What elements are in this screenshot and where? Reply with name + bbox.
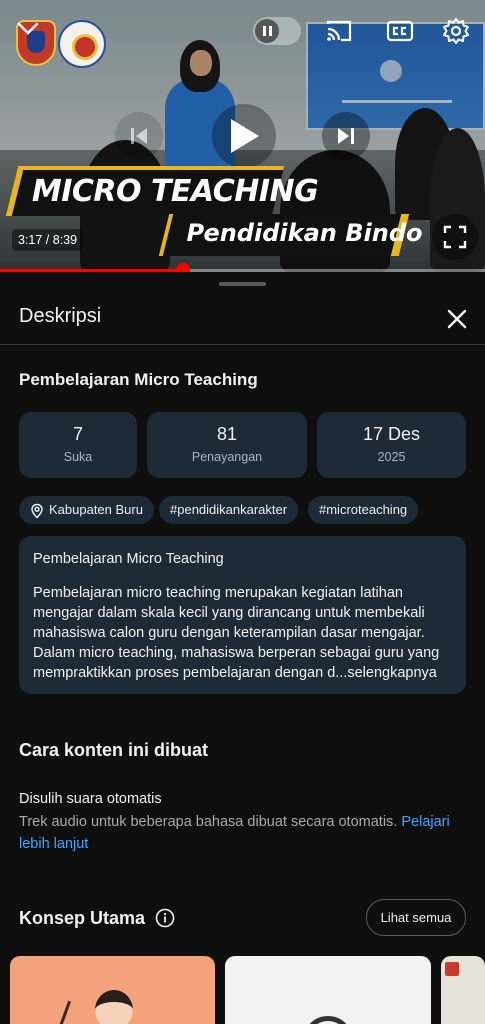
- close-button[interactable]: [442, 304, 472, 334]
- key-concepts-section-title: Konsep Utama: [19, 908, 146, 928]
- card-illustration-circle: [303, 1016, 353, 1024]
- stat-date-year: 2025: [377, 450, 406, 464]
- chevron-down-icon[interactable]: [16, 18, 40, 38]
- play-button[interactable]: [212, 104, 276, 168]
- location-chip-label: Kabupaten Buru: [49, 502, 143, 517]
- auto-dubbed-text: Trek audio untuk beberapa bahasa dibuat …: [19, 814, 398, 830]
- concept-card[interactable]: [225, 956, 431, 1024]
- cc-icon[interactable]: [385, 16, 415, 46]
- stat-views-label: Penayangan: [191, 450, 263, 464]
- stat-date-day: 17 Des: [362, 424, 421, 444]
- hashtag-chip[interactable]: #pendidikankarakter: [159, 496, 299, 524]
- close-icon: [447, 309, 467, 329]
- see-all-button[interactable]: Lihat semua: [366, 899, 466, 936]
- cast-icon[interactable]: [324, 16, 354, 46]
- video-overlay-title-line2: Pendidikan Bindo: [186, 219, 423, 247]
- card-logo: [445, 962, 459, 976]
- previous-button[interactable]: [115, 112, 163, 160]
- panel-title: Deskripsi: [19, 305, 102, 327]
- fullscreen-icon: [443, 225, 467, 249]
- panel-header: Deskripsi: [0, 292, 485, 345]
- video-overlay-subtitle-banner: Pendidikan Bindo: [158, 214, 422, 256]
- concept-card[interactable]: [10, 956, 215, 1024]
- stat-views: 81 Penayangan: [147, 412, 307, 478]
- show-more-link[interactable]: selengkapnya: [347, 665, 437, 681]
- fullscreen-button[interactable]: [432, 214, 478, 260]
- stat-likes-label: Suka: [63, 450, 93, 464]
- video-overlay-title-line1: MICRO TEACHING: [31, 174, 319, 209]
- video-title: Pembelajaran Micro Teaching: [19, 370, 258, 389]
- card-illustration-pointer: [55, 1000, 72, 1024]
- card-illustration-teacher: [95, 990, 133, 1024]
- timecode: 3:17 / 8:39: [12, 229, 84, 251]
- auto-dubbed-title: Disulih suara otomatis: [19, 791, 162, 807]
- auto-dubbed-description: Trek audio untuk beberapa bahasa dibuat …: [19, 811, 474, 855]
- drag-handle[interactable]: [219, 282, 266, 286]
- gear-icon[interactable]: [441, 16, 471, 46]
- description-heading: Pembelajaran Micro Teaching: [33, 551, 224, 567]
- skip-previous-icon: [131, 128, 147, 144]
- video-overlay-title-banner: MICRO TEACHING: [5, 166, 318, 216]
- stat-upload-date: 17 Des 2025: [317, 412, 466, 478]
- location-chip[interactable]: Kabupaten Buru: [19, 496, 154, 524]
- how-made-section-title: Cara konten ini dibuat: [19, 740, 209, 760]
- hashtag-chip[interactable]: #microteaching: [308, 496, 419, 524]
- play-icon: [231, 119, 259, 153]
- description-panel: Deskripsi Pembelajaran Micro Teaching 7 …: [0, 272, 485, 1024]
- location-pin-icon: [31, 503, 43, 519]
- stat-likes: 7 Suka: [19, 412, 137, 478]
- next-button[interactable]: [322, 112, 370, 160]
- skip-next-icon: [338, 128, 354, 144]
- description-box[interactable]: Pembelajaran Micro Teaching Pembelajaran…: [19, 536, 466, 694]
- scrubber-handle[interactable]: [176, 263, 191, 272]
- description-body: Pembelajaran micro teaching merupakan ke…: [33, 583, 452, 683]
- pause-toggle-icon: [255, 19, 279, 43]
- video-player[interactable]: MICRO TEACHING Pendidikan Bindo 3:17 / 8…: [0, 0, 485, 272]
- stat-views-value: 81: [216, 424, 238, 444]
- autoplay-toggle[interactable]: [253, 17, 301, 45]
- concept-card[interactable]: [441, 956, 485, 1024]
- info-icon[interactable]: [155, 908, 175, 928]
- stat-likes-value: 7: [72, 424, 83, 444]
- university-seal-logo: [58, 20, 106, 68]
